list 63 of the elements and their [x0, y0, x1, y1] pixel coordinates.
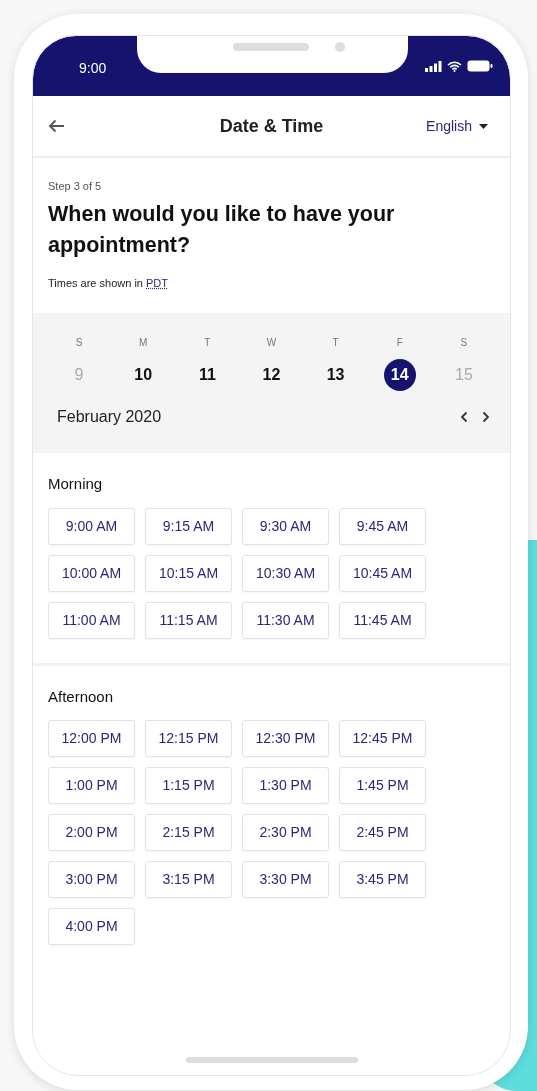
time-slot-button[interactable]: 3:45 PM: [339, 861, 426, 899]
time-slot-button[interactable]: 12:30 PM: [242, 720, 329, 758]
time-slot-button[interactable]: 9:00 AM: [48, 507, 135, 545]
date-button[interactable]: 11: [191, 359, 224, 392]
time-slot-button[interactable]: 2:15 PM: [145, 814, 232, 852]
date-button[interactable]: 14: [383, 359, 416, 392]
back-button[interactable]: [48, 119, 65, 133]
section-title: Morning: [48, 474, 104, 495]
caret-icon: [479, 123, 488, 129]
language-dropdown[interactable]: English: [426, 115, 488, 137]
timezone-note: Times are shown in PDT: [48, 275, 170, 291]
page-title: Date & Time: [219, 114, 324, 138]
section-title: Afternoon: [48, 686, 115, 707]
back-arrow-icon: [48, 119, 65, 133]
time-slot-button[interactable]: 11:45 AM: [339, 601, 426, 639]
time-slot-button[interactable]: 3:15 PM: [145, 861, 232, 899]
time-slot-button[interactable]: 12:45 PM: [339, 720, 426, 758]
date-button[interactable]: 13: [319, 359, 352, 392]
time-slot-button[interactable]: 11:00 AM: [48, 601, 135, 639]
time-slot-button[interactable]: 11:15 AM: [145, 601, 232, 639]
status-time: 9:00: [79, 59, 107, 78]
time-slot-button[interactable]: 2:45 PM: [339, 814, 426, 852]
time-slot-button[interactable]: 12:15 PM: [145, 720, 232, 758]
date-button[interactable]: 12: [255, 359, 288, 392]
question-heading: When would you like to have your appointment?: [48, 200, 396, 259]
time-slot-button[interactable]: 1:45 PM: [339, 767, 426, 805]
weekday-label: T: [332, 337, 339, 349]
time-slot-button[interactable]: 9:30 AM: [242, 507, 329, 545]
month-label: February 2020: [57, 407, 162, 428]
weekday-label: W: [266, 337, 277, 349]
time-slot-button[interactable]: 4:00 PM: [48, 908, 135, 946]
weekday-label: F: [396, 337, 403, 349]
signal-icon: [425, 60, 442, 72]
time-slot-button[interactable]: 11:30 AM: [242, 601, 329, 639]
timezone-link[interactable]: PDT: [146, 276, 169, 289]
camera-icon: [335, 42, 345, 52]
time-slot-button[interactable]: 1:00 PM: [48, 767, 135, 805]
date-button[interactable]: 10: [127, 359, 160, 392]
weekday-label: T: [204, 337, 211, 349]
time-slot-button[interactable]: 3:30 PM: [242, 861, 329, 899]
battery-icon: [467, 60, 493, 72]
weekday-label: M: [139, 337, 148, 349]
time-slot-button[interactable]: 1:15 PM: [145, 767, 232, 805]
time-slot-button[interactable]: 10:45 AM: [339, 554, 426, 592]
time-slot-button[interactable]: 9:45 AM: [339, 507, 426, 545]
time-slot-button[interactable]: 9:15 AM: [145, 507, 232, 545]
weekday-label: S: [460, 337, 468, 349]
time-slot-button[interactable]: 10:30 AM: [242, 554, 329, 592]
time-slot-button[interactable]: 1:30 PM: [242, 767, 329, 805]
weekday-label: S: [75, 337, 83, 349]
chevron-left-icon: [460, 411, 468, 424]
time-slot-button[interactable]: 12:00 PM: [48, 720, 135, 758]
time-slot-button[interactable]: 10:15 AM: [145, 554, 232, 592]
time-slot-button[interactable]: 3:00 PM: [48, 861, 135, 899]
time-slot-button[interactable]: 2:00 PM: [48, 814, 135, 852]
step-indicator: Step 3 of 5: [48, 179, 103, 194]
chevron-right-icon: [482, 411, 490, 424]
time-slot-button[interactable]: 10:00 AM: [48, 554, 135, 592]
wifi-icon: [447, 60, 462, 72]
next-button[interactable]: [482, 411, 490, 424]
time-slot-button[interactable]: 2:30 PM: [242, 814, 329, 852]
speaker-icon: [233, 43, 309, 51]
previous-button[interactable]: [460, 411, 468, 424]
